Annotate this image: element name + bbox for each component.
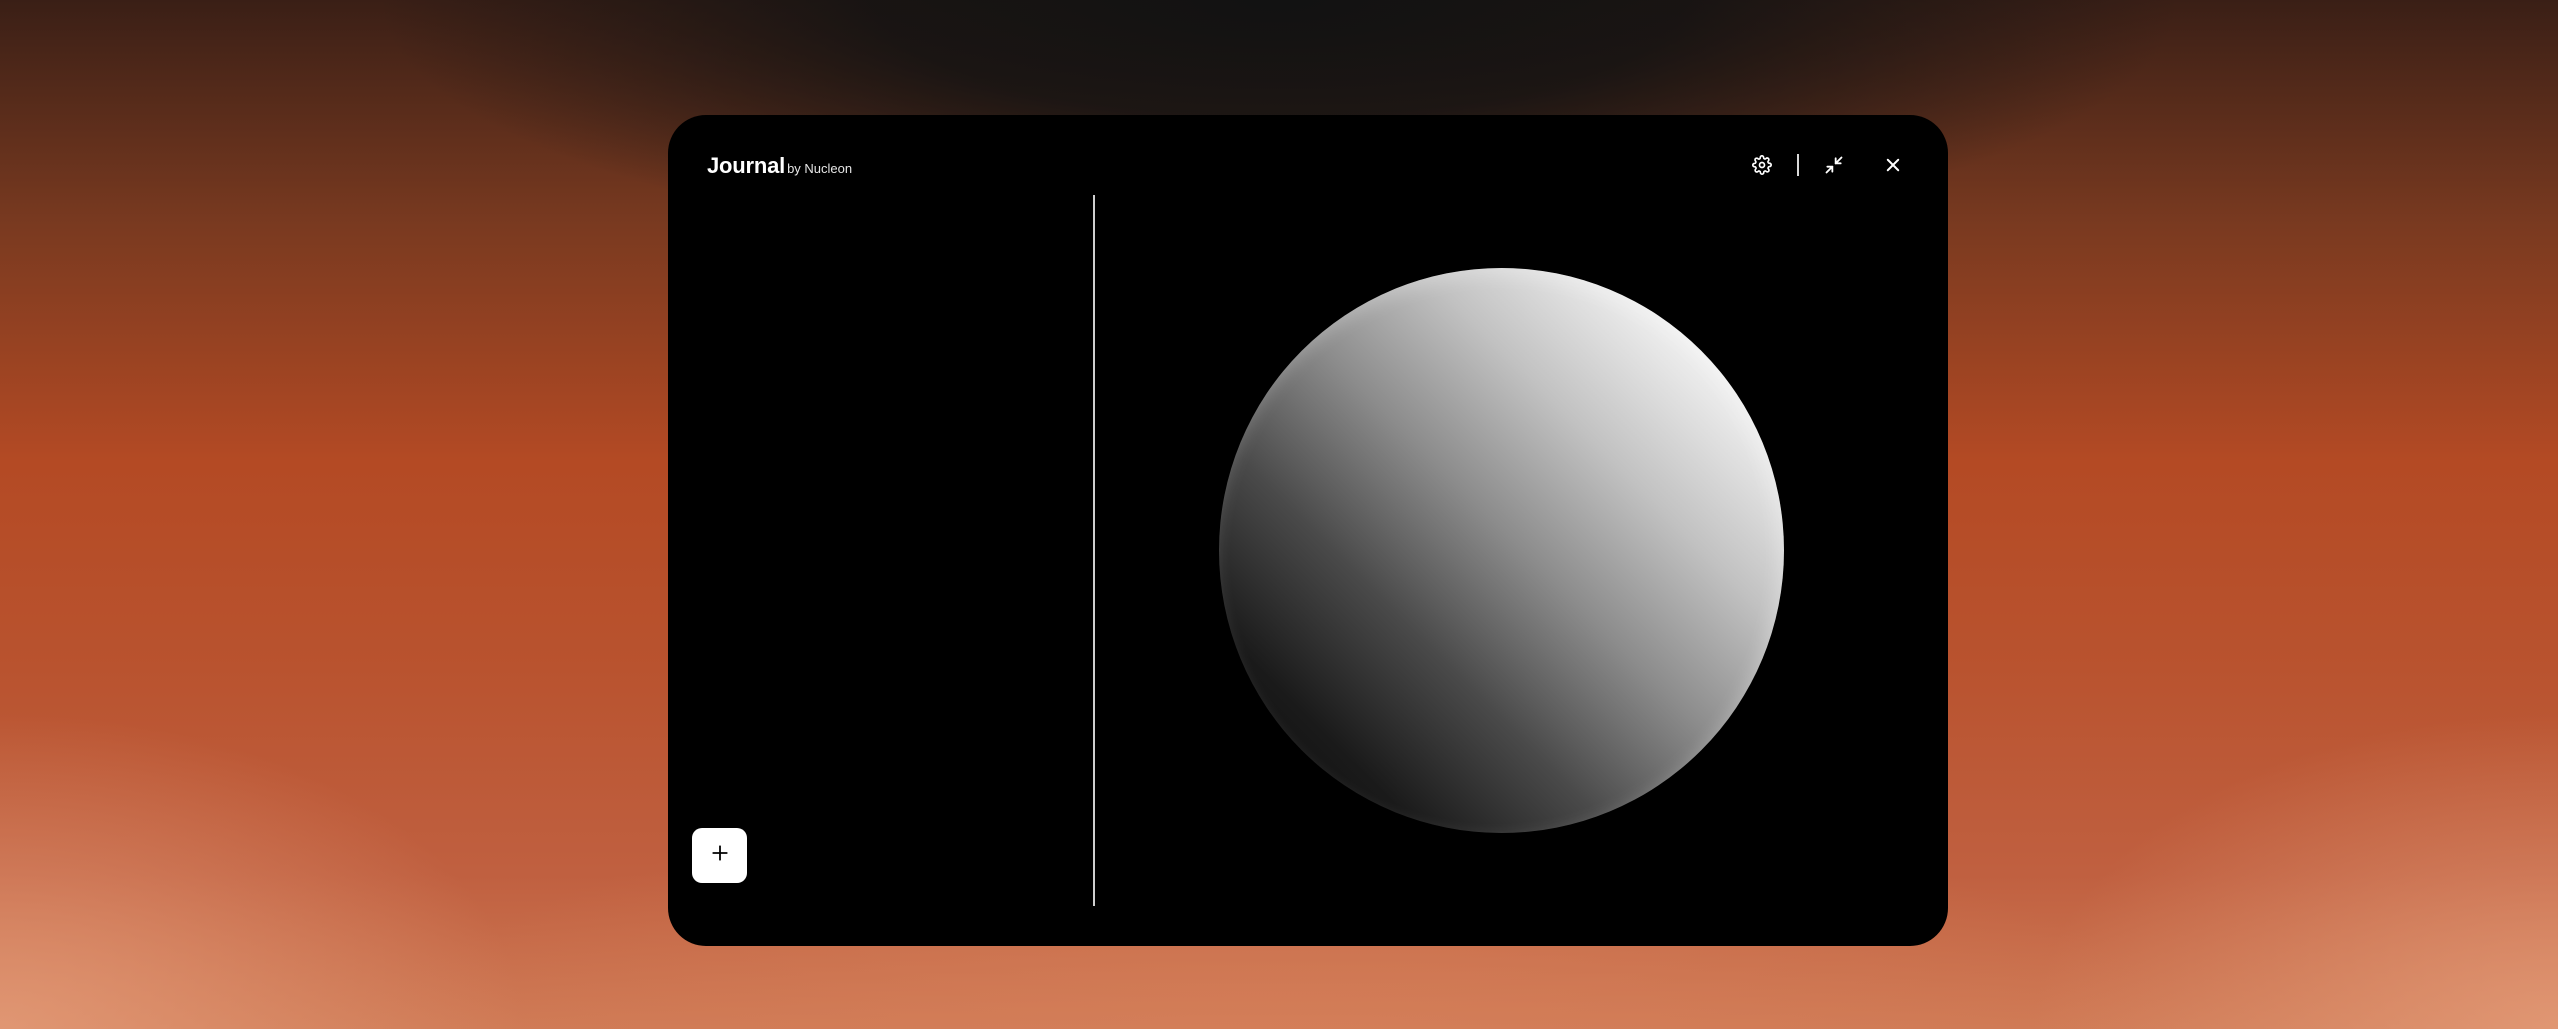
app-brand: Journal by Nucleon xyxy=(707,153,852,179)
app-title: Journal xyxy=(707,153,786,178)
collapse-icon xyxy=(1824,155,1844,175)
app-byline: by Nucleon xyxy=(787,161,853,176)
app-window: Journal by Nucleon xyxy=(668,115,1948,946)
close-icon xyxy=(1884,156,1902,174)
entries-sidebar xyxy=(668,195,1093,906)
plus-icon xyxy=(711,844,729,867)
add-entry-button[interactable] xyxy=(692,828,747,883)
minimize-button[interactable] xyxy=(1819,150,1849,180)
settings-button[interactable] xyxy=(1747,150,1777,180)
window-controls xyxy=(1747,150,1908,180)
close-button[interactable] xyxy=(1878,150,1908,180)
orb-illustration xyxy=(1219,268,1784,833)
gear-icon xyxy=(1752,155,1772,175)
controls-divider xyxy=(1797,154,1799,176)
